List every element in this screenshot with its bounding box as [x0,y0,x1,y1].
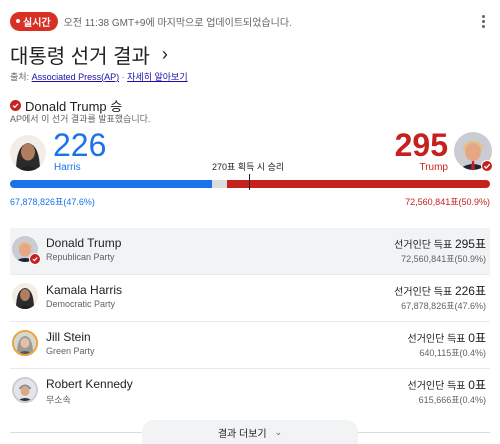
page-title: 대통령 선거 결과 [10,46,150,68]
winner-check-icon [29,253,41,265]
check-circle-icon [10,100,21,111]
win-threshold-label: 270표 획득 시 승리 [212,162,285,172]
harris-label: Harris [54,162,81,173]
results-title-link[interactable]: 대통령 선거 결과 › [10,40,168,69]
candidate-electoral-votes: 선거인단 득표 0표 [407,378,486,392]
called-by-text: AP에서 이 선거 결과를 발표했습니다. [10,114,151,124]
chevron-down-icon: ⌄ [274,426,283,437]
divider-left [10,432,142,433]
harris-popular-vote: 67,878,826표(47.6%) [10,197,95,207]
harris-avatar [10,135,46,171]
live-label: 실시간 [23,17,51,29]
more-results-button[interactable]: 결과 더보기 ⌄ [142,420,358,444]
candidate-row-stein[interactable]: Jill Stein Green Party 선거인단 득표 0표 640,11… [10,322,490,369]
harris-thumb-avatar [12,283,38,309]
source-line: 출처: Associated Press(AP) · 자세히 알아보기 [10,70,188,83]
candidate-electoral-votes: 선거인단 득표 226표 [394,284,486,298]
source-link[interactable]: Associated Press(AP) [32,72,120,82]
stein-thumb-avatar [12,330,38,356]
chevron-right-icon: › [161,44,168,64]
candidate-name: Kamala Harris [46,283,123,297]
live-dot-icon [16,19,20,23]
last-updated-text: 오전 11:38 GMT+9에 마지막으로 업데이트되었습니다. [63,17,292,29]
270-threshold-marker [249,174,250,190]
candidate-party: Democratic Party [46,299,116,309]
uncalled-bar-segment [211,180,227,188]
candidate-name: Robert Kennedy [46,377,133,391]
learn-more-link[interactable]: 자세히 알아보기 [127,72,187,82]
candidate-popular-votes: 615,666표(0.4%) [418,395,486,405]
candidate-name: Donald Trump [46,236,122,250]
trump-bar-segment [226,180,490,188]
candidate-electoral-votes: 선거인단 득표 0표 [407,331,486,345]
more-results-label: 결과 더보기 [217,428,267,440]
source-prefix: 출처: [10,72,30,82]
kennedy-thumb-avatar [12,377,38,403]
candidate-popular-votes: 640,115표(0.4%) [419,348,486,358]
harris-electoral-votes: 226 [53,127,107,163]
candidate-row-trump[interactable]: Donald Trump Republican Party 선거인단 득표 29… [10,228,490,275]
candidate-popular-votes: 72,560,841표(50.9%) [401,254,486,264]
candidate-popular-votes: 67,878,826표(47.6%) [401,301,486,311]
candidate-row-kennedy[interactable]: Robert Kennedy 무소속 선거인단 득표 0표 615,666표(0… [10,369,490,415]
source-separator: · [121,72,125,82]
candidate-electoral-votes: 선거인단 득표 295표 [394,237,486,251]
candidate-name: Jill Stein [46,330,91,344]
live-badge: 실시간 [10,11,58,31]
candidate-row-harris[interactable]: Kamala Harris Democratic Party 선거인단 득표 2… [10,275,490,322]
trump-label: Trump [419,162,448,173]
candidate-party: Republican Party [46,252,115,262]
trump-electoral-votes: 295 [394,127,448,163]
candidate-list: Donald Trump Republican Party 선거인단 득표 29… [0,228,500,415]
harris-bar-segment [10,180,212,188]
trump-winner-check-icon [481,160,493,172]
candidate-party: Green Party [46,346,95,356]
candidate-party: 무소속 [46,395,71,405]
trump-popular-vote: 72,560,841표(50.9%) [405,197,490,207]
status-bar: 실시간 오전 11:38 GMT+9에 마지막으로 업데이트되었습니다. [10,10,490,32]
more-options-icon[interactable] [476,12,490,30]
divider-right [358,432,490,433]
electoral-vote-bar [10,180,490,188]
